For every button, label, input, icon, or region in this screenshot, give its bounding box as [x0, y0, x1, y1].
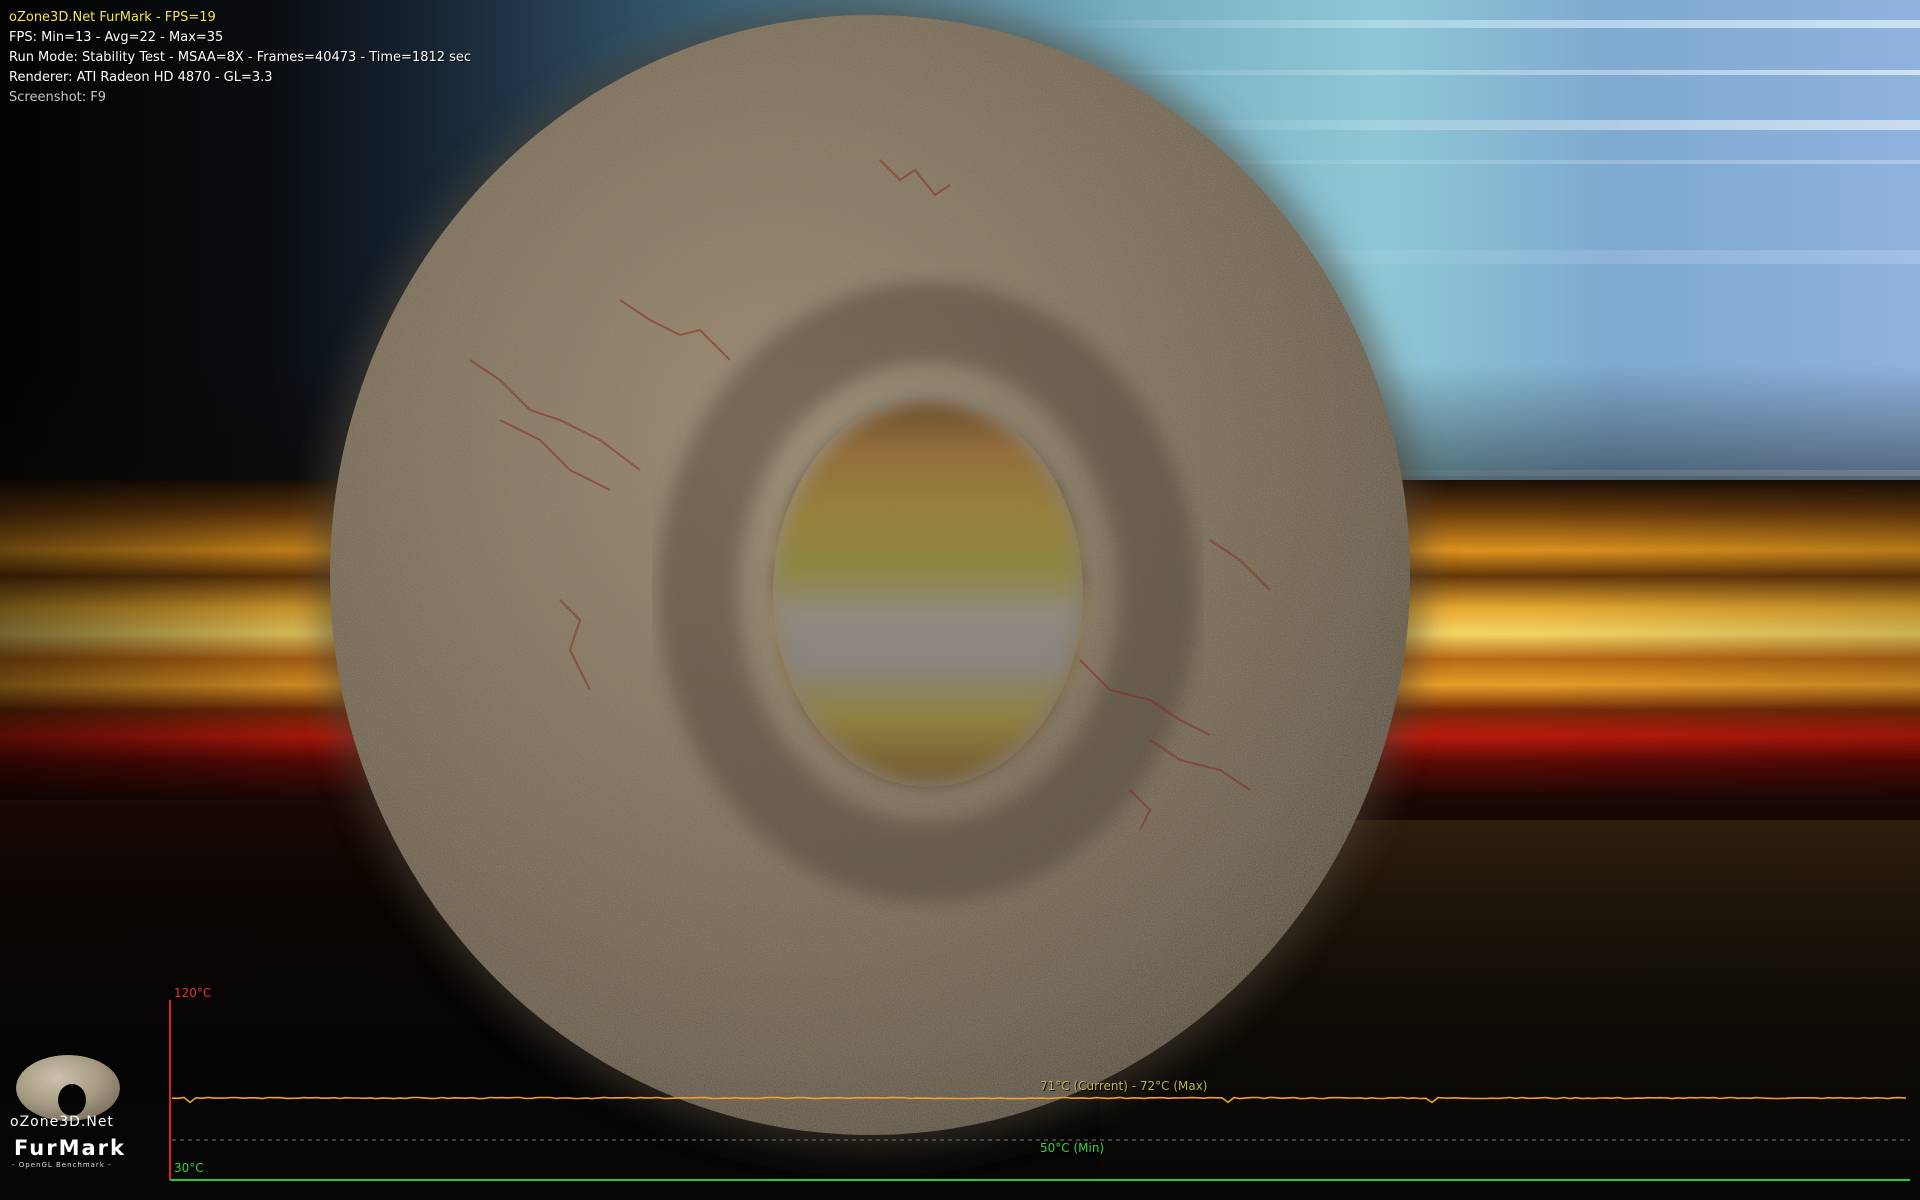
- logo-subtitle: - OpenGL Benchmark -: [12, 1161, 112, 1169]
- furmark-logo-icon: [16, 1055, 120, 1121]
- render-viewport: oZone3D.Net FurMark - FPS=19 FPS: Min=13…: [0, 0, 1920, 1200]
- graph-min-reading-label: 50°C (Min): [1040, 1141, 1105, 1155]
- logo-product-name: FurMark: [14, 1136, 126, 1160]
- logo-site-text: oZone3D.Net: [10, 1114, 114, 1130]
- graph-current-max-label: 71°C (Current) - 72°C (Max): [1040, 1079, 1208, 1093]
- graph-max-label: 120°C: [174, 986, 212, 1000]
- temperature-graph: [169, 1000, 1910, 1181]
- temperature-trace: [171, 1096, 1907, 1104]
- graph-min-label: 30°C: [174, 1161, 204, 1175]
